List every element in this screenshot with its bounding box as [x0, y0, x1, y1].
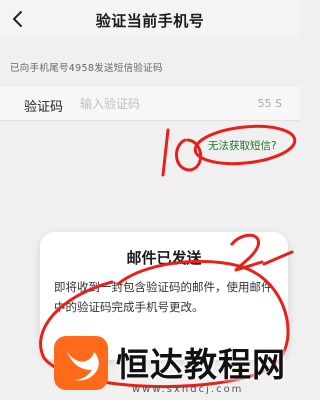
dialog-title: 邮件已发送 [126, 249, 202, 267]
countdown-timer: 55 S [257, 97, 282, 110]
annotation-zero-mark [175, 138, 203, 172]
watermark: 恒达教程网 www.sxhdcj.com [36, 330, 300, 400]
annotation-number-one [161, 128, 170, 177]
dialog-message: 即将收到一封包含验证码的邮件，使用邮件中的验证码完成手机号更改。 [54, 280, 273, 314]
code-input[interactable] [80, 94, 230, 114]
fish-tail-icon [66, 350, 99, 381]
watermark-logo [54, 336, 108, 390]
top-bar: 验证当前手机号 [0, 0, 300, 38]
sms-sent-hint: 已向手机尾号4958发送短信验证码 [10, 63, 163, 74]
watermark-url: www.sxhdcj.com [132, 384, 244, 395]
page-title: 验证当前手机号 [95, 12, 205, 30]
cant-receive-sms-link[interactable]: 无法获取短信? [208, 138, 277, 153]
watermark-name: 恒达教程网 [116, 345, 286, 384]
verification-code-row: 验证码 55 S [0, 85, 300, 121]
code-label: 验证码 [24, 100, 64, 115]
